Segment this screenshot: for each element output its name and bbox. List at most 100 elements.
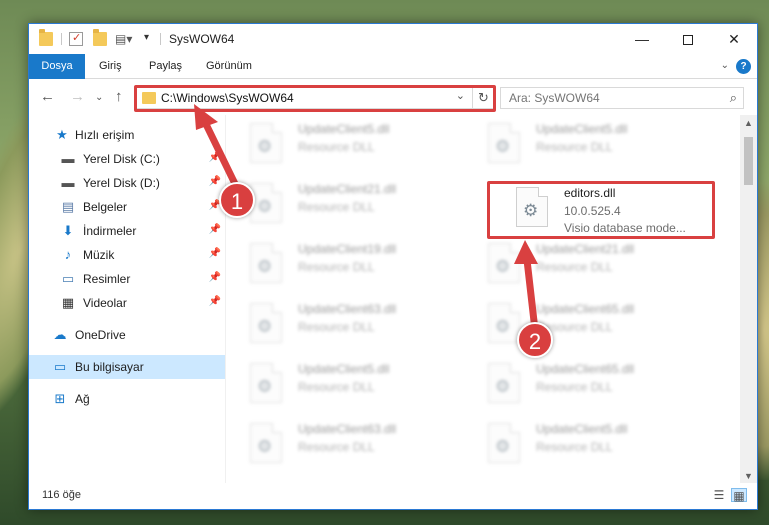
maximize-button[interactable] xyxy=(665,24,711,54)
nav-item-music[interactable]: ♪ Müzik 📌 xyxy=(29,243,225,267)
file-type: Resource DLL xyxy=(536,380,613,394)
nav-item-onedrive[interactable]: ☁ OneDrive xyxy=(29,323,225,347)
vertical-scrollbar[interactable]: ▲ ▼ xyxy=(740,115,757,485)
tab-share[interactable]: Paylaş xyxy=(139,54,192,79)
quick-access-toolbar-icon[interactable]: ▤▾ xyxy=(115,32,132,46)
nav-item-local-disk-c[interactable]: ▬ Yerel Disk (C:) 📌 xyxy=(29,147,225,171)
search-input[interactable] xyxy=(501,88,721,108)
nav-item-local-disk-d[interactable]: ▬ Yerel Disk (D:) 📌 xyxy=(29,171,225,195)
star-icon: ★ xyxy=(56,127,68,142)
dll-file-icon: ⚙ xyxy=(250,243,282,283)
nav-item-label: İndirmeler xyxy=(83,224,137,238)
nav-item-videos[interactable]: ▦ Videolar 📌 xyxy=(29,291,225,315)
search-box[interactable]: ⌕ xyxy=(500,87,744,109)
file-type: Resource DLL xyxy=(298,440,375,454)
picture-icon: ▭ xyxy=(61,271,75,286)
step-1-badge: 1 xyxy=(219,182,255,218)
recent-locations-button[interactable]: ⌄ xyxy=(95,92,103,103)
title-bar: ▤▾ ▾ SysWOW64 — ✕ xyxy=(29,24,757,54)
new-folder-icon[interactable] xyxy=(93,29,107,46)
file-item[interactable]: ⚙ UpdateClient63.dll Resource DLL xyxy=(226,299,446,355)
drive-icon: ▬ xyxy=(61,151,75,166)
window-title: SysWOW64 xyxy=(169,32,235,46)
computer-icon: ▭ xyxy=(53,359,67,374)
dll-file-icon: ⚙ xyxy=(250,123,282,163)
details-view-icon[interactable]: ☰ xyxy=(711,488,727,502)
file-explorer-window: ▤▾ ▾ SysWOW64 — ✕ Dosya Giriş Paylaş Gör… xyxy=(28,23,758,510)
file-name: UpdateClient63.dll xyxy=(298,302,397,316)
nav-item-label: Ağ xyxy=(75,392,90,406)
navigation-pane: ★ Hızlı erişim ▬ Yerel Disk (C:) 📌 ▬ Yer… xyxy=(29,115,225,485)
file-type: Resource DLL xyxy=(536,440,613,454)
dll-file-icon: ⚙ xyxy=(250,183,282,223)
nav-item-network[interactable]: ⊞ Ağ xyxy=(29,387,225,411)
file-type: Resource DLL xyxy=(536,260,613,274)
file-item[interactable]: ⚙ UpdateClient65.dll Resource DLL xyxy=(464,299,684,355)
forward-button[interactable]: → xyxy=(70,88,85,105)
file-item[interactable]: ⚙ UpdateClient5.dll Resource DLL xyxy=(226,359,446,415)
video-icon: ▦ xyxy=(61,295,75,310)
file-type: Resource DLL xyxy=(298,140,375,154)
file-item[interactable]: ⚙ UpdateClient21.dll Resource DLL xyxy=(226,179,446,235)
file-item[interactable]: ⚙ UpdateClient5.dll Resource DLL xyxy=(226,119,446,175)
music-icon: ♪ xyxy=(64,247,72,262)
tab-file[interactable]: Dosya xyxy=(29,54,85,79)
pin-icon: 📌 xyxy=(208,152,221,163)
nav-item-label: Resimler xyxy=(83,272,131,286)
file-type: Resource DLL xyxy=(298,200,375,214)
close-button[interactable]: ✕ xyxy=(711,24,757,54)
nav-item-label: Hızlı erişim xyxy=(75,128,135,142)
scroll-up-icon[interactable]: ▲ xyxy=(740,115,757,132)
file-type: Resource DLL xyxy=(298,260,375,274)
file-type: Resource DLL xyxy=(298,380,375,394)
file-type: Resource DLL xyxy=(536,140,613,154)
pin-icon: 📌 xyxy=(208,296,221,307)
dll-file-icon: ⚙ xyxy=(488,243,520,283)
nav-item-downloads[interactable]: ⬇ İndirmeler 📌 xyxy=(29,219,225,243)
tiles-view-icon[interactable]: ▦ xyxy=(731,488,747,503)
file-name: UpdateClient5.dll xyxy=(536,422,628,436)
search-icon[interactable]: ⌕ xyxy=(730,90,737,106)
step-2-badge: 2 xyxy=(517,322,553,358)
nav-item-label: Yerel Disk (D:) xyxy=(83,176,160,190)
folder-icon xyxy=(39,29,53,46)
file-list: ⚙ UpdateClient5.dll Resource DLL ⚙ Updat… xyxy=(226,115,742,485)
nav-item-documents[interactable]: ▤ Belgeler 📌 xyxy=(29,195,225,219)
file-item[interactable]: ⚙ UpdateClient65.dll Resource DLL xyxy=(464,359,684,415)
ribbon-tabs: Dosya Giriş Paylaş Görünüm ⌄ ? xyxy=(29,54,757,79)
nav-item-quick-access[interactable]: ★ Hızlı erişim xyxy=(29,123,225,147)
document-icon: ▤ xyxy=(61,199,75,214)
dll-file-icon: ⚙ xyxy=(488,363,520,403)
tab-view[interactable]: Görünüm xyxy=(196,54,262,79)
scroll-thumb[interactable] xyxy=(744,137,753,185)
file-item[interactable]: ⚙ UpdateClient21.dll Resource DLL xyxy=(464,239,684,295)
nav-item-pictures[interactable]: ▭ Resimler 📌 xyxy=(29,267,225,291)
cloud-icon: ☁ xyxy=(53,327,67,342)
chevron-down-icon[interactable]: ⌄ xyxy=(721,60,729,71)
pin-icon: 📌 xyxy=(208,248,221,259)
back-button[interactable]: ← xyxy=(40,88,55,105)
tab-home[interactable]: Giriş xyxy=(89,54,132,79)
properties-icon[interactable] xyxy=(69,31,83,46)
dll-file-icon: ⚙ xyxy=(250,303,282,343)
file-item[interactable]: ⚙ UpdateClient5.dll Resource DLL xyxy=(464,119,684,175)
customize-toolbar-icon[interactable]: ▾ xyxy=(144,32,158,46)
file-name: UpdateClient5.dll xyxy=(536,122,628,136)
help-button[interactable]: ? xyxy=(736,59,751,74)
drive-icon: ▬ xyxy=(61,175,75,190)
up-button[interactable]: ↑ xyxy=(115,88,123,105)
file-name: UpdateClient63.dll xyxy=(298,422,397,436)
file-item[interactable]: ⚙ UpdateClient19.dll Resource DLL xyxy=(226,239,446,295)
file-item[interactable]: ⚙ UpdateClient5.dll Resource DLL xyxy=(464,419,684,475)
minimize-button[interactable]: — xyxy=(619,24,665,54)
nav-item-this-pc[interactable]: ▭ Bu bilgisayar xyxy=(29,355,225,379)
file-name: UpdateClient21.dll xyxy=(298,182,397,196)
file-name: UpdateClient65.dll xyxy=(536,362,635,376)
nav-item-label: Videolar xyxy=(83,296,127,310)
file-highlight-box xyxy=(487,181,715,239)
file-item[interactable]: ⚙ UpdateClient63.dll Resource DLL xyxy=(226,419,446,475)
network-icon: ⊞ xyxy=(54,391,66,406)
nav-item-label: Bu bilgisayar xyxy=(75,360,144,374)
address-highlight-box xyxy=(134,85,496,112)
dll-file-icon: ⚙ xyxy=(250,363,282,403)
